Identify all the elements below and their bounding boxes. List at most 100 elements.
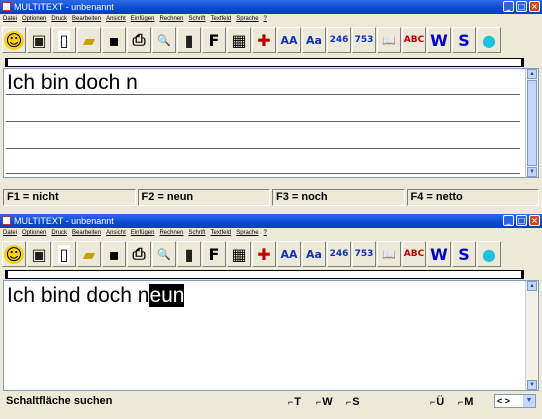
open-folder-icon: ▰ <box>82 30 96 50</box>
mode-select[interactable]: < > ▼ <box>494 394 536 408</box>
text-size-button[interactable]: AA <box>277 241 301 267</box>
menu-textfeld[interactable]: Textfeld <box>211 228 232 238</box>
menu-einfuegen[interactable]: Einfügen <box>131 228 155 238</box>
font-button[interactable]: F <box>202 241 226 267</box>
scroll-up-arrow-icon[interactable]: ▲ <box>527 69 537 79</box>
status-bar: Schaltfläche suchen ⌐T ⌐W ⌐S ⌐Ü ⌐M < > ▼ <box>0 391 542 413</box>
minimize-button[interactable]: _ <box>503 215 514 226</box>
numbers-button[interactable]: 246 <box>327 241 351 267</box>
numbers-button[interactable]: 246 <box>327 27 351 53</box>
speech-bubble-button[interactable]: ● <box>477 27 501 53</box>
scroll-down-arrow-icon[interactable]: ▼ <box>527 380 537 390</box>
menu-schrift[interactable]: Schrift <box>188 14 205 24</box>
text-editor[interactable]: Ich bind doch neun ▲ ▼ <box>3 280 539 391</box>
new-document-button[interactable]: ▯ <box>52 27 76 53</box>
dictionary-button[interactable]: 📖 <box>377 241 401 267</box>
minimize-button[interactable]: _ <box>503 1 514 12</box>
trash-button[interactable]: ▮ <box>177 27 201 53</box>
menu-schrift[interactable]: Schrift <box>188 228 205 238</box>
maximize-button[interactable]: □ <box>516 1 527 12</box>
numbers-alt-button[interactable]: 753 <box>352 27 376 53</box>
menu-einfuegen[interactable]: Einfügen <box>131 14 155 24</box>
dictionary-button[interactable]: 📖 <box>377 27 401 53</box>
scroll-up-arrow-icon[interactable]: ▲ <box>527 281 537 291</box>
close-button[interactable]: × <box>529 215 540 226</box>
word-w-button[interactable]: W <box>427 27 451 53</box>
option-ue[interactable]: ⌐Ü <box>430 396 444 408</box>
table-button[interactable]: ✚ <box>252 27 276 53</box>
new-document-button[interactable]: ▯ <box>52 241 76 267</box>
spellcheck-button[interactable]: ABC <box>402 27 426 53</box>
menu-optionen[interactable]: Optionen <box>22 228 46 238</box>
vertical-scrollbar[interactable]: ▲ ▼ <box>525 281 538 390</box>
menu-bar: Datei Optionen Druck Bearbeiten Ansicht … <box>0 228 542 238</box>
save-button[interactable]: ▪ <box>102 27 126 53</box>
menu-datei[interactable]: Datei <box>3 14 17 24</box>
print-button[interactable]: ⎙ <box>127 241 151 267</box>
option-w[interactable]: ⌐W <box>316 396 333 408</box>
scroll-down-arrow-icon[interactable]: ▼ <box>527 167 537 177</box>
word-w-button[interactable]: W <box>427 241 451 267</box>
smiley-icon: ☺ <box>3 244 25 264</box>
suggestion-f4[interactable]: F4 = netto <box>406 189 539 206</box>
smiley-button[interactable]: ☺ <box>2 27 26 53</box>
picture-button[interactable]: ▣ <box>27 27 51 53</box>
chevron-down-icon[interactable]: ▼ <box>523 395 535 407</box>
numbers-alt-button[interactable]: 753 <box>352 241 376 267</box>
menu-ansicht[interactable]: Ansicht <box>106 228 126 238</box>
print-preview-button[interactable]: 🔍 <box>152 241 176 267</box>
checkbox-icon: ⌐ <box>458 397 464 407</box>
spellcheck-button[interactable]: ABC <box>402 241 426 267</box>
vertical-scrollbar[interactable]: ▲ ▼ <box>525 69 538 177</box>
calculator-button[interactable]: ▦ <box>227 27 251 53</box>
menu-optionen[interactable]: Optionen <box>22 14 46 24</box>
font-button[interactable]: F <box>202 27 226 53</box>
menu-textfeld[interactable]: Textfeld <box>211 14 232 24</box>
menu-druck[interactable]: Druck <box>51 14 67 24</box>
menu-rechnen[interactable]: Rechnen <box>159 14 183 24</box>
speech-s-button[interactable]: S <box>452 241 476 267</box>
menu-help[interactable]: ? <box>264 228 267 238</box>
text-size-button[interactable]: AA <box>277 27 301 53</box>
suggestion-f2[interactable]: F2 = neun <box>137 189 270 206</box>
menu-druck[interactable]: Druck <box>51 228 67 238</box>
speech-bubble-button[interactable]: ● <box>477 241 501 267</box>
font-style-button[interactable]: Aa <box>302 27 326 53</box>
menu-bearbeiten[interactable]: Bearbeiten <box>72 14 101 24</box>
smiley-button[interactable]: ☺ <box>2 241 26 267</box>
menu-sprache[interactable]: Sprache <box>236 14 258 24</box>
print-button[interactable]: ⎙ <box>127 27 151 53</box>
font-style-button[interactable]: Aa <box>302 241 326 267</box>
text-editor[interactable]: Ich bin doch n ▲ ▼ <box>3 68 539 178</box>
close-button[interactable]: × <box>529 1 540 12</box>
table-button[interactable]: ✚ <box>252 241 276 267</box>
ruler[interactable] <box>5 58 524 67</box>
menu-sprache[interactable]: Sprache <box>236 228 258 238</box>
picture-icon: ▣ <box>31 244 47 264</box>
print-preview-button[interactable]: 🔍 <box>152 27 176 53</box>
menu-help[interactable]: ? <box>264 14 267 24</box>
picture-button[interactable]: ▣ <box>27 241 51 267</box>
suggestion-f3[interactable]: F3 = noch <box>272 189 405 206</box>
menu-datei[interactable]: Datei <box>3 228 17 238</box>
option-m[interactable]: ⌐M <box>458 396 473 408</box>
speech-s-button[interactable]: S <box>452 27 476 53</box>
ruler[interactable] <box>5 270 524 279</box>
calculator-button[interactable]: ▦ <box>227 241 251 267</box>
menu-bearbeiten[interactable]: Bearbeiten <box>72 228 101 238</box>
font-style-icon: Aa <box>306 33 322 47</box>
window-title: MULTITEXT - unbenannt <box>14 216 114 226</box>
option-s[interactable]: ⌐S <box>346 396 360 408</box>
trash-button[interactable]: ▮ <box>177 241 201 267</box>
maximize-button[interactable]: □ <box>516 215 527 226</box>
menu-ansicht[interactable]: Ansicht <box>106 14 126 24</box>
save-button[interactable]: ▪ <box>102 241 126 267</box>
option-t[interactable]: ⌐T <box>288 396 301 408</box>
open-folder-button[interactable]: ▰ <box>77 27 101 53</box>
suggestion-f1[interactable]: F1 = nicht <box>3 189 136 206</box>
document-text: Ich bin doch n <box>7 71 138 94</box>
menu-rechnen[interactable]: Rechnen <box>159 228 183 238</box>
scroll-thumb[interactable] <box>527 80 537 166</box>
multitext-window-top: MULTITEXT - unbenannt _ □ × Datei Option… <box>0 0 542 210</box>
open-folder-button[interactable]: ▰ <box>77 241 101 267</box>
